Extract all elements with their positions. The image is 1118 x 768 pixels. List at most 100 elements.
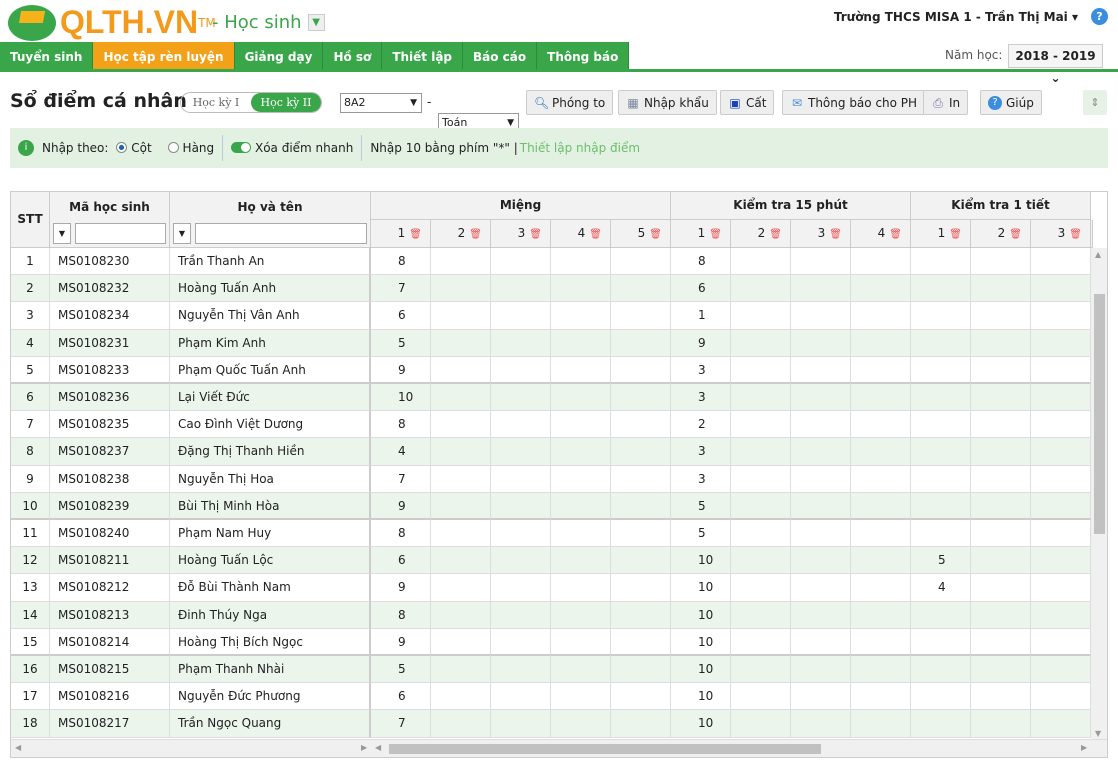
score-cell[interactable] bbox=[791, 520, 851, 548]
score-cell[interactable] bbox=[1031, 302, 1091, 330]
role-selector[interactable]: - Học sinh ▼ bbox=[212, 12, 325, 33]
score-mieng-1[interactable]: 10 bbox=[371, 384, 431, 412]
filter-input[interactable] bbox=[195, 223, 367, 244]
help-button[interactable]: ? Giúp bbox=[980, 90, 1042, 115]
score-cell[interactable] bbox=[551, 248, 611, 276]
score-mieng-1[interactable]: 9 bbox=[371, 628, 431, 656]
scroll-down-icon[interactable]: ▼ bbox=[1095, 729, 1101, 738]
trash-icon[interactable]: 🗑︎ bbox=[829, 229, 842, 240]
subheader-column[interactable]: 1 🗑︎ bbox=[671, 220, 731, 248]
score-cell[interactable] bbox=[1031, 275, 1091, 303]
score-cell[interactable] bbox=[1031, 356, 1091, 384]
score-cell[interactable] bbox=[491, 547, 551, 575]
radio-unchecked-icon[interactable] bbox=[167, 142, 179, 153]
score-cell[interactable] bbox=[551, 574, 611, 602]
score-mieng-1[interactable]: 6 bbox=[371, 302, 431, 330]
score-1period-1[interactable] bbox=[911, 438, 971, 466]
score-cell[interactable] bbox=[611, 411, 671, 439]
score-cell[interactable] bbox=[611, 302, 671, 330]
score-cell[interactable] bbox=[611, 248, 671, 276]
score-1period-1[interactable] bbox=[911, 329, 971, 357]
score-cell[interactable] bbox=[491, 492, 551, 520]
score-cell[interactable] bbox=[611, 384, 671, 412]
score-mieng-1[interactable]: 5 bbox=[371, 656, 431, 684]
score-cell[interactable] bbox=[851, 248, 911, 276]
score-cell[interactable] bbox=[971, 356, 1031, 384]
score-1period-1[interactable] bbox=[911, 302, 971, 330]
trash-icon[interactable]: 🗑︎ bbox=[949, 229, 962, 240]
help-icon[interactable]: ? bbox=[1091, 8, 1108, 25]
score-cell[interactable] bbox=[731, 438, 791, 466]
score-cell[interactable] bbox=[491, 628, 551, 656]
score-mieng-1[interactable]: 7 bbox=[371, 710, 431, 738]
filter-input[interactable] bbox=[75, 223, 166, 244]
radio-row[interactable]: Hàng bbox=[167, 141, 214, 155]
score-cell[interactable] bbox=[731, 302, 791, 330]
score-mieng-1[interactable]: 6 bbox=[371, 683, 431, 711]
score-cell[interactable] bbox=[611, 438, 671, 466]
trash-icon[interactable]: 🗑︎ bbox=[1009, 229, 1022, 240]
score-cell[interactable] bbox=[1031, 601, 1091, 629]
score-cell[interactable] bbox=[431, 329, 491, 357]
filter-operator-dropdown[interactable]: ▼ bbox=[53, 223, 71, 244]
subheader-column[interactable]: 5 🗑︎ bbox=[611, 220, 671, 248]
score-mieng-1[interactable]: 9 bbox=[371, 356, 431, 384]
score-cell[interactable] bbox=[1031, 492, 1091, 520]
subheader-column[interactable]: 1 🗑︎ bbox=[371, 220, 431, 248]
score-cell[interactable] bbox=[491, 465, 551, 493]
score-cell[interactable] bbox=[971, 547, 1031, 575]
score-cell[interactable] bbox=[851, 601, 911, 629]
score-cell[interactable] bbox=[851, 683, 911, 711]
score-cell[interactable] bbox=[971, 520, 1031, 548]
score-cell[interactable] bbox=[431, 356, 491, 384]
nav-tab[interactable]: Thông báo bbox=[537, 42, 630, 69]
score-cell[interactable] bbox=[551, 465, 611, 493]
score-cell[interactable] bbox=[491, 656, 551, 684]
semester-1-option[interactable]: Học kỳ I bbox=[181, 93, 251, 112]
filter-operator-dropdown[interactable]: ▼ bbox=[173, 223, 191, 244]
nav-tab[interactable]: Thiết lập bbox=[382, 42, 464, 69]
score-cell[interactable] bbox=[731, 574, 791, 602]
score-1period-1[interactable] bbox=[911, 601, 971, 629]
score-cell[interactable] bbox=[431, 302, 491, 330]
score-cell[interactable] bbox=[431, 547, 491, 575]
score-cell[interactable] bbox=[551, 547, 611, 575]
subheader-column[interactable]: 2 🗑︎ bbox=[971, 220, 1031, 248]
nav-tab[interactable]: Hồ sơ bbox=[323, 42, 383, 69]
score-cell[interactable] bbox=[971, 411, 1031, 439]
score-cell[interactable] bbox=[791, 628, 851, 656]
score-15min-1[interactable]: 5 bbox=[671, 520, 731, 548]
score-cell[interactable] bbox=[431, 438, 491, 466]
score-15min-1[interactable]: 10 bbox=[671, 547, 731, 575]
scroll-up-icon[interactable]: ▲ bbox=[1095, 250, 1101, 259]
trash-icon[interactable]: 🗑︎ bbox=[709, 229, 722, 240]
score-mieng-1[interactable]: 9 bbox=[371, 492, 431, 520]
score-15min-1[interactable]: 1 bbox=[671, 302, 731, 330]
score-cell[interactable] bbox=[791, 656, 851, 684]
score-cell[interactable] bbox=[551, 710, 611, 738]
score-cell[interactable] bbox=[611, 356, 671, 384]
score-cell[interactable] bbox=[491, 248, 551, 276]
score-1period-1[interactable]: 4 bbox=[911, 574, 971, 602]
score-cell[interactable] bbox=[611, 329, 671, 357]
score-cell[interactable] bbox=[431, 411, 491, 439]
scroll-thumb[interactable] bbox=[389, 744, 821, 754]
score-cell[interactable] bbox=[791, 384, 851, 412]
radio-column[interactable]: Cột bbox=[116, 141, 152, 155]
score-1period-1[interactable] bbox=[911, 520, 971, 548]
score-cell[interactable] bbox=[971, 438, 1031, 466]
score-cell[interactable] bbox=[791, 492, 851, 520]
score-mieng-1[interactable]: 9 bbox=[371, 574, 431, 602]
score-cell[interactable] bbox=[791, 438, 851, 466]
score-cell[interactable] bbox=[491, 356, 551, 384]
score-cell[interactable] bbox=[551, 411, 611, 439]
score-cell[interactable] bbox=[851, 384, 911, 412]
score-cell[interactable] bbox=[971, 329, 1031, 357]
score-cell[interactable] bbox=[551, 492, 611, 520]
score-mieng-1[interactable]: 8 bbox=[371, 248, 431, 276]
score-cell[interactable] bbox=[1031, 683, 1091, 711]
trash-icon[interactable]: 🗑︎ bbox=[649, 229, 662, 240]
score-cell[interactable] bbox=[431, 520, 491, 548]
scroll-right-icon[interactable]: ▶ bbox=[1081, 743, 1087, 752]
score-cell[interactable] bbox=[851, 520, 911, 548]
